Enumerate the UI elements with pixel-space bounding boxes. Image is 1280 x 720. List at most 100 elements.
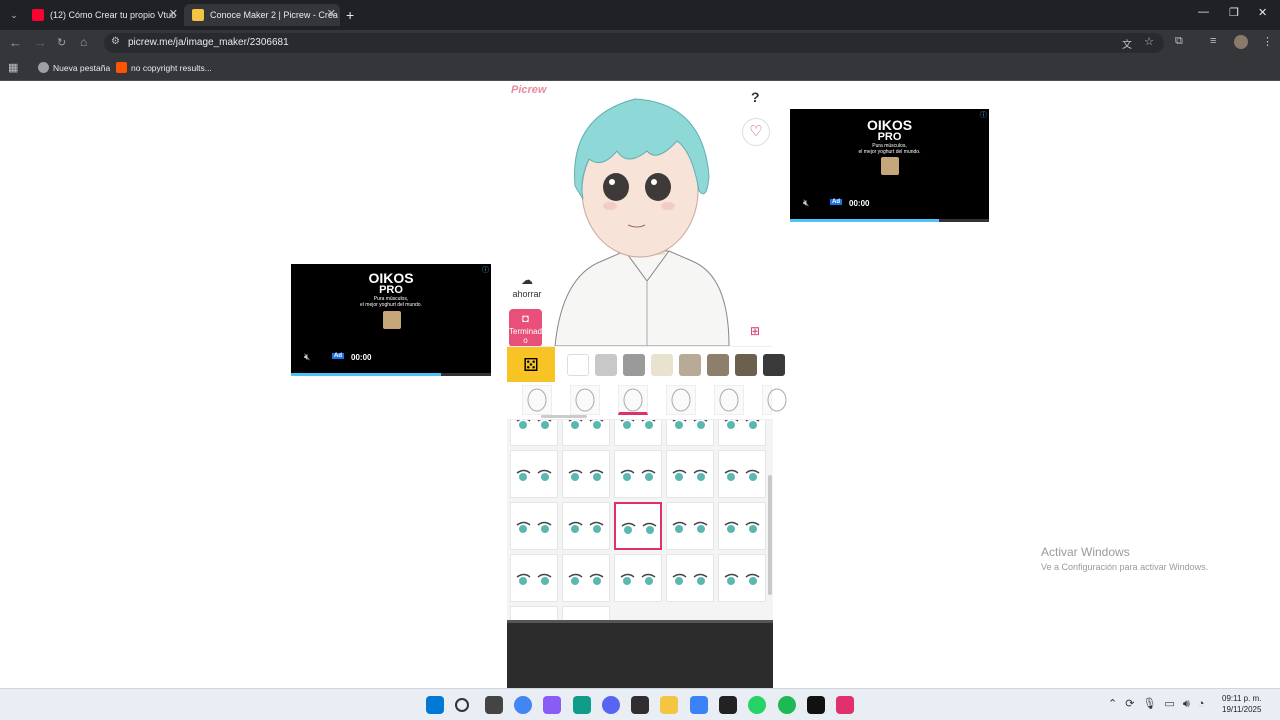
eyes-option[interactable] [614, 450, 662, 498]
eyes-option[interactable] [510, 502, 558, 550]
whatsapp-icon[interactable] [748, 696, 767, 714]
eyes-option[interactable] [718, 420, 766, 446]
face-outline-icon [719, 388, 739, 412]
menu-icon[interactable]: ⋮ [1262, 35, 1273, 48]
part-thumbnail[interactable] [570, 385, 600, 415]
color-swatch[interactable] [651, 354, 673, 376]
video-ad-left[interactable]: ⓘ OIKOS PRO Pura músculos, el mejor yogh… [291, 264, 491, 376]
character-canvas: Picrew ? ♡ ☁ ahorrar ◘ Terminado ⊞ [507, 81, 773, 346]
dice-icon: ⚄ [523, 355, 539, 375]
microphone-icon[interactable]: 🎙︎ [1142, 698, 1164, 710]
copilot-icon[interactable] [543, 696, 562, 714]
color-swatch[interactable] [735, 354, 757, 376]
translate-icon[interactable]: 文 [1122, 36, 1132, 51]
eyes-option[interactable] [562, 606, 610, 620]
part-thumbnail[interactable] [522, 385, 552, 415]
address-bar[interactable]: ⚙ picrew.me/ja/image_maker/2306681 文 ☆ [104, 33, 1164, 53]
tab-picrew[interactable]: Conoce Maker 2 | Picrew - Crea ✕ [184, 4, 340, 26]
apps-icon[interactable]: ▦ [8, 61, 18, 74]
eyes-option[interactable] [718, 554, 766, 602]
discord-icon[interactable] [601, 696, 620, 714]
part-thumbnail[interactable] [618, 385, 648, 415]
spotify-icon[interactable] [777, 696, 796, 714]
home-icon[interactable]: ⌂ [80, 35, 87, 49]
color-swatch[interactable] [763, 354, 785, 376]
eyes-option[interactable] [666, 554, 714, 602]
random-button[interactable]: ⚄ [507, 347, 555, 383]
tiktok-icon[interactable] [806, 696, 825, 714]
chevron-up-icon[interactable]: ⌃ [1108, 698, 1125, 710]
eyes-option[interactable] [614, 554, 662, 602]
files-icon[interactable] [660, 696, 679, 714]
chrome-icon[interactable] [513, 696, 532, 714]
display-icon[interactable]: ▭ [1164, 698, 1182, 710]
new-tab-button[interactable]: + [346, 4, 360, 26]
color-palette: ⚄ [507, 346, 785, 383]
eyes-icon [516, 521, 552, 533]
close-tab-icon[interactable]: ✕ [169, 7, 178, 20]
eyes-option[interactable] [718, 502, 766, 550]
back-icon[interactable]: ← [9, 35, 22, 50]
site-info-icon[interactable]: ⚙ [111, 36, 120, 47]
part-thumbnail[interactable] [714, 385, 744, 415]
star-icon[interactable]: ☆ [1144, 35, 1154, 48]
color-swatch[interactable] [595, 354, 617, 376]
color-swatch[interactable] [707, 354, 729, 376]
eyes-option[interactable] [718, 450, 766, 498]
eyes-option[interactable] [510, 450, 558, 498]
eyes-option[interactable] [510, 420, 558, 446]
reload-icon[interactable]: ↻ [57, 36, 66, 49]
obs-icon[interactable] [631, 696, 650, 714]
restore-icon[interactable]: ❐ [1229, 6, 1239, 19]
minimize-icon[interactable]: — [1198, 6, 1209, 18]
part-thumbnail[interactable] [666, 385, 696, 415]
youtube-icon [32, 9, 44, 21]
eyes-option[interactable] [562, 420, 610, 446]
eyes-option[interactable] [510, 606, 558, 620]
media-icon[interactable]: ≡ [1210, 35, 1216, 47]
eyes-option[interactable] [562, 450, 610, 498]
volume-icon[interactable]: 🔊︎ [1183, 698, 1198, 710]
done-button[interactable]: ◘ Terminado [509, 309, 542, 346]
sync-icon[interactable]: ⟳ [1125, 698, 1142, 710]
mute-icon[interactable]: 🔇︎ [803, 198, 809, 209]
windows-start-icon[interactable] [426, 696, 444, 714]
eyes-option[interactable] [666, 502, 714, 550]
close-tab-icon[interactable]: ✕ [327, 7, 336, 20]
network-icon[interactable]: ◔ [1198, 698, 1213, 710]
mute-icon[interactable]: 🔇︎ [304, 352, 310, 363]
url-text[interactable]: picrew.me/ja/image_maker/2306681 [128, 37, 289, 48]
ad-brand: OIKOS [368, 270, 414, 286]
tab-youtube[interactable]: (12) Cómo Crear tu propio Vtub ✕ [26, 4, 182, 26]
forward-icon[interactable]: → [34, 35, 47, 50]
eyes-option[interactable] [666, 450, 714, 498]
tab-search-button[interactable]: ⌄ [4, 4, 24, 26]
color-swatch[interactable] [567, 354, 589, 376]
extensions-icon[interactable]: ⧉ [1175, 35, 1183, 48]
eyes-option[interactable] [510, 554, 558, 602]
instagram-icon[interactable] [836, 696, 855, 714]
layout-grid-icon[interactable]: ⊞ [750, 324, 760, 338]
save-button[interactable]: ☁ ahorrar [509, 271, 545, 299]
file-explorer-icon[interactable] [484, 696, 503, 714]
eyes-option[interactable] [614, 502, 662, 550]
color-swatch[interactable] [679, 354, 701, 376]
grid-scrollbar[interactable] [768, 475, 772, 595]
bookmark-new-tab[interactable]: Nueva pestaña [38, 62, 110, 73]
eyes-option[interactable] [614, 420, 662, 446]
video-ad-right[interactable]: ⓘ OIKOS PRO Pura músculos, el mejor yogh… [790, 109, 989, 222]
profile-avatar[interactable] [1234, 35, 1248, 49]
part-thumbnail[interactable] [762, 385, 787, 415]
close-window-icon[interactable]: ✕ [1258, 6, 1267, 19]
unity-icon[interactable] [719, 696, 737, 714]
eyes-option[interactable] [562, 502, 610, 550]
clock[interactable]: 09:11 p. m. 19/11/2025 [1222, 693, 1261, 715]
edge-icon[interactable] [572, 696, 591, 714]
eyes-option[interactable] [666, 420, 714, 446]
store-icon[interactable] [689, 696, 708, 714]
search-icon[interactable] [455, 698, 470, 712]
system-tray: ⌃⟳🎙︎▭🔊︎◔ [1108, 697, 1212, 711]
color-swatch[interactable] [623, 354, 645, 376]
eyes-option[interactable] [562, 554, 610, 602]
bookmark-no-copyright[interactable]: no copyright results... [116, 62, 212, 73]
